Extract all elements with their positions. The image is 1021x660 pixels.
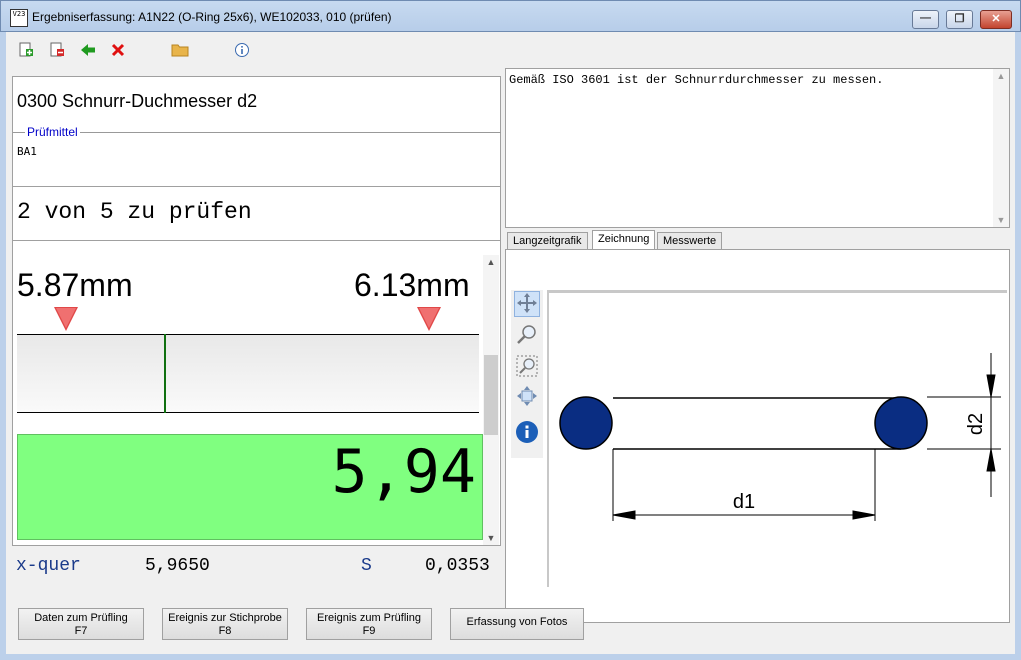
button-label: Ereignis zum Prüfling — [317, 612, 421, 624]
dimension-d2 — [927, 353, 1001, 497]
toolbar — [6, 32, 1015, 70]
s-label: S — [361, 556, 372, 576]
zoom-region-icon[interactable] — [514, 355, 540, 381]
maximize-button[interactable]: ❐ — [946, 10, 973, 29]
scroll-thumb[interactable] — [484, 355, 498, 435]
back-arrow-icon[interactable] — [79, 42, 97, 60]
minimize-icon: — — [920, 12, 931, 24]
close-button[interactable]: ✕ — [980, 10, 1012, 29]
button-shortcut: F9 — [362, 625, 376, 637]
statistics-row: x-quer 5,9650 S 0,0353 — [16, 556, 501, 578]
drawing-info-icon[interactable] — [514, 420, 540, 446]
window-client: 0300 Schnurr-Duchmesser d2 Prüfmittel BA… — [6, 32, 1015, 654]
measured-value: 5,94 — [331, 437, 477, 507]
pruefmittel-value: BA1 — [17, 145, 37, 158]
lower-limit-label: 5.87mm — [17, 267, 133, 303]
folder-icon[interactable] — [171, 42, 189, 60]
scroll-down-icon[interactable]: ▼ — [993, 215, 1009, 225]
fit-view-icon[interactable] — [514, 385, 540, 411]
button-shortcut: F7 — [74, 625, 88, 637]
divider — [13, 186, 501, 187]
button-label: Ereignis zur Stichprobe — [168, 612, 282, 624]
upper-limit-marker-icon — [417, 307, 441, 331]
window-frame: 0300 Schnurr-Duchmesser d2 Prüfmittel BA… — [0, 32, 1021, 660]
button-shortcut: F8 — [218, 625, 232, 637]
d2-label: d2 — [965, 413, 987, 435]
divider — [13, 240, 501, 241]
drawing-panel: d1 d2 — [505, 249, 1010, 623]
instruction-note[interactable]: Gemäß ISO 3601 ist der Schnurrdurchmesse… — [505, 68, 1010, 228]
button-label: Daten zum Prüfling — [34, 612, 128, 624]
info-icon[interactable] — [233, 42, 251, 60]
pan-icon[interactable] — [514, 291, 540, 317]
scroll-up-icon[interactable]: ▲ — [993, 71, 1009, 81]
progress-text: 2 von 5 zu prüfen — [17, 199, 252, 225]
remove-icon[interactable] — [48, 42, 66, 60]
tab-messwerte[interactable]: Messwerte — [657, 232, 723, 249]
daten-zum-pruefling-button[interactable]: Daten zum Prüfling F7 — [18, 608, 144, 640]
characteristic-title: 0300 Schnurr-Duchmesser d2 — [17, 91, 258, 111]
tab-langzeitgrafik[interactable]: Langzeitgrafik — [507, 232, 588, 249]
s-value: 0,0353 — [425, 556, 490, 576]
instruction-text: Gemäß ISO 3601 ist der Schnurrdurchmesse… — [509, 73, 884, 87]
pruefmittel-divider — [13, 132, 501, 133]
o-ring-drawing[interactable]: d1 d2 — [547, 290, 1007, 587]
ereignis-zum-pruefling-button[interactable]: Ereignis zum Prüfling F9 — [306, 608, 432, 640]
note-scrollbar[interactable]: ▲ ▼ — [993, 69, 1009, 227]
scroll-up-icon[interactable]: ▲ — [483, 257, 499, 267]
o-ring-cross-section — [559, 396, 928, 450]
window-title: Ergebniserfassung: A1N22 (O-Ring 25x6), … — [32, 10, 392, 24]
d1-label: d1 — [733, 491, 755, 513]
lower-limit-marker-icon — [54, 307, 78, 331]
app-icon: V23 — [10, 9, 28, 27]
measurement-needle — [164, 334, 166, 413]
measurement-panel: 0300 Schnurr-Duchmesser d2 Prüfmittel BA… — [12, 76, 501, 546]
close-icon: ✕ — [991, 13, 1001, 25]
scroll-down-icon[interactable]: ▼ — [483, 533, 499, 543]
window-titlebar: V23 Ergebniserfassung: A1N22 (O-Ring 25x… — [0, 0, 1021, 32]
xbar-label: x-quer — [16, 556, 81, 576]
add-icon[interactable] — [17, 42, 35, 60]
ereignis-zur-stichprobe-button[interactable]: Ereignis zur Stichprobe F8 — [162, 608, 288, 640]
xbar-value: 5,9650 — [145, 556, 210, 576]
upper-limit-label: 6.13mm — [354, 267, 470, 303]
tab-zeichnung[interactable]: Zeichnung — [592, 230, 656, 250]
maximize-icon: ❐ — [954, 13, 965, 25]
minimize-button[interactable]: — — [912, 10, 939, 29]
drawing-toolbar — [511, 290, 543, 458]
delete-icon[interactable] — [109, 42, 127, 60]
tolerance-scale — [17, 334, 479, 413]
measurement-scrollbar[interactable]: ▲ ▼ — [483, 255, 499, 545]
pruefmittel-label: Prüfmittel — [25, 125, 80, 139]
measured-value-field[interactable]: 5,94 — [17, 434, 483, 540]
zoom-icon[interactable] — [514, 323, 540, 349]
erfassung-von-fotos-button[interactable]: Erfassung von Fotos — [450, 608, 584, 640]
